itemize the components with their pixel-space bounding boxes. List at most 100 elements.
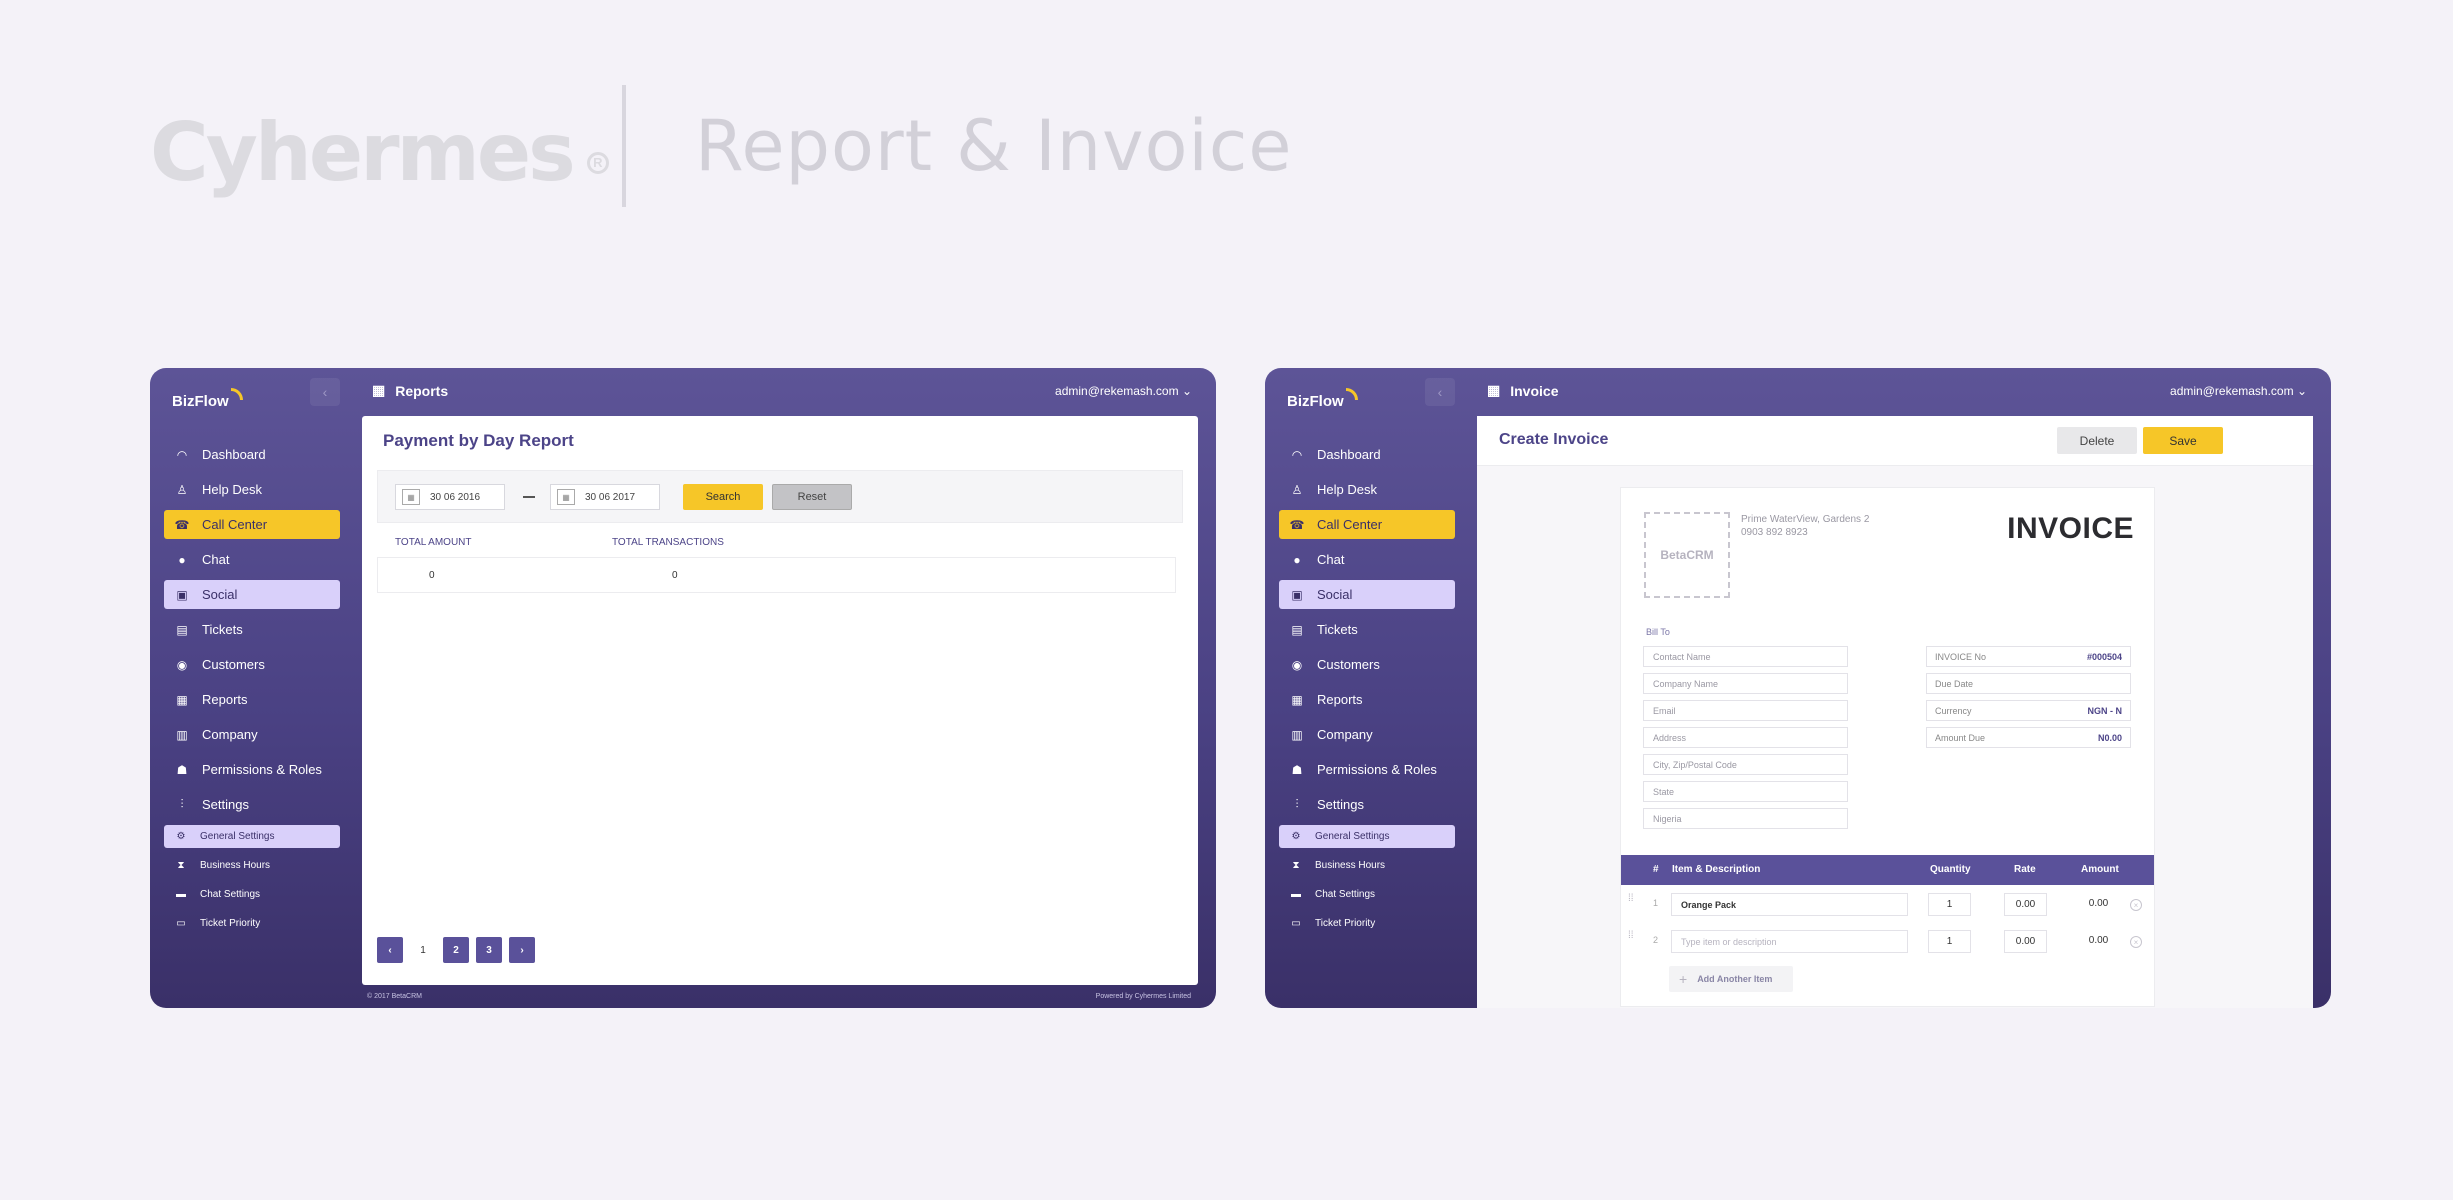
collapse-sidebar-button[interactable]: ‹: [1425, 378, 1455, 406]
sidebar-item-label: Customers: [1317, 657, 1380, 672]
logo-upload-placeholder[interactable]: BetaCRM: [1644, 512, 1730, 598]
page-1[interactable]: 1: [410, 937, 436, 963]
sidebar-subitem-ticket-priority[interactable]: ▭ Ticket Priority: [1279, 912, 1455, 935]
city-zip-field[interactable]: City, Zip/Postal Code: [1643, 754, 1848, 775]
next-page-button[interactable]: ›: [509, 937, 535, 963]
sidebar-item-permissions-roles[interactable]: ☗ Permissions & Roles: [164, 755, 340, 784]
column-header-amount: Amount: [2081, 864, 2119, 875]
plus-icon: +: [1679, 971, 1688, 987]
invoice-number-label: INVOICE No: [1935, 651, 1987, 662]
user-menu[interactable]: admin@rekemash.com ⌄: [1055, 384, 1192, 398]
page-2[interactable]: 2: [443, 937, 469, 963]
date-from-input[interactable]: ▦ 30 06 2016: [395, 484, 505, 510]
quantity-input[interactable]: 1: [1928, 930, 1971, 953]
reset-button[interactable]: Reset: [772, 484, 852, 510]
sidebar-item-settings[interactable]: ⫶ Settings: [1279, 790, 1455, 819]
sidebar-item-call-center[interactable]: ☎ Call Center: [1279, 510, 1455, 539]
country-field[interactable]: Nigeria: [1643, 808, 1848, 829]
app-logo[interactable]: BizFlow: [172, 380, 243, 410]
section-label: Invoice: [1510, 382, 1559, 399]
add-item-button[interactable]: + Add Another Item: [1669, 966, 1793, 992]
company-name-field[interactable]: Company Name: [1643, 673, 1848, 694]
item-description-input[interactable]: Type item or description: [1671, 930, 1908, 953]
sidebar-item-help-desk[interactable]: ♙ Help Desk: [1279, 475, 1455, 504]
due-date-label: Due Date: [1935, 678, 1974, 689]
collapse-sidebar-button[interactable]: ‹: [310, 378, 340, 406]
sidebar-item-label: Permissions & Roles: [202, 762, 322, 777]
reports-icon: ▦: [372, 382, 386, 398]
email-field[interactable]: Email: [1643, 700, 1848, 721]
sidebar-item-dashboard[interactable]: ◠ Dashboard: [1279, 440, 1455, 469]
invoice-number-field[interactable]: INVOICE No #000504: [1926, 646, 2131, 667]
person-icon: ♙: [176, 482, 188, 497]
sidebar-item-label: Help Desk: [1317, 482, 1377, 497]
sidebar-item-social[interactable]: ▣ Social: [164, 580, 340, 609]
sidebar-item-chat[interactable]: ● Chat: [1279, 545, 1455, 574]
sidebar-item-dashboard[interactable]: ◠ Dashboard: [164, 440, 340, 469]
topbar: ▦ Reports admin@rekemash.com ⌄: [360, 368, 1216, 416]
due-date-field[interactable]: Due Date: [1926, 673, 2131, 694]
search-button[interactable]: Search: [683, 484, 763, 510]
sidebar-item-social[interactable]: ▣ Social: [1279, 580, 1455, 609]
item-description-input[interactable]: Orange Pack: [1671, 893, 1908, 916]
sliders-icon: ⫶: [1295, 797, 1299, 811]
sidebar-subitem-chat-settings[interactable]: ▬ Chat Settings: [164, 883, 340, 906]
sidebar-item-reports[interactable]: ▦ Reports: [1279, 685, 1455, 714]
date-from-value: 30 06 2016: [430, 491, 481, 503]
sidebar-item-customers[interactable]: ◉ Customers: [1279, 650, 1455, 679]
currency-value: NGN - N: [2087, 705, 2123, 716]
ticket-priority-icon: ▭: [1291, 918, 1301, 929]
remove-row-icon[interactable]: ×: [2130, 899, 2142, 911]
sidebar-item-tickets[interactable]: ▤ Tickets: [164, 615, 340, 644]
sidebar-item-label: Company: [1317, 727, 1373, 742]
delete-button[interactable]: Delete: [2057, 427, 2137, 454]
sidebar-subitem-label: Business Hours: [1315, 860, 1386, 871]
gauge-icon: ◠: [1291, 447, 1303, 462]
footer-powered-by: Powered by Cyhermes Limited: [1095, 993, 1191, 1000]
sidebar-item-chat[interactable]: ● Chat: [164, 545, 340, 574]
drag-handle-icon[interactable]: ⁞⁞: [1628, 894, 1637, 911]
sidebar-item-company[interactable]: ▥ Company: [164, 720, 340, 749]
contact-name-field[interactable]: Contact Name: [1643, 646, 1848, 667]
sidebar-item-permissions-roles[interactable]: ☗ Permissions & Roles: [1279, 755, 1455, 784]
save-button[interactable]: Save: [2143, 427, 2223, 454]
amount-due-label: Amount Due: [1935, 732, 1986, 743]
page-3[interactable]: 3: [476, 937, 502, 963]
date-to-value: 30 06 2017: [585, 491, 636, 503]
ticket-icon: ▤: [176, 622, 188, 637]
chevron-right-icon: ›: [520, 944, 524, 956]
user-menu[interactable]: admin@rekemash.com ⌄: [2170, 384, 2307, 398]
registered-mark-icon: R: [586, 151, 609, 174]
sidebar-item-help-desk[interactable]: ♙ Help Desk: [164, 475, 340, 504]
filter-bar: ▦ 30 06 2016 ▦ 30 06 2017 Search Reset: [377, 470, 1183, 523]
drag-handle-icon[interactable]: ⁞⁞: [1628, 931, 1637, 948]
sidebar-item-label: Chat: [202, 552, 230, 567]
quantity-input[interactable]: 1: [1928, 893, 1971, 916]
sidebar-item-customers[interactable]: ◉ Customers: [164, 650, 340, 679]
rate-input[interactable]: 0.00: [2004, 930, 2047, 953]
date-to-input[interactable]: ▦ 30 06 2017: [550, 484, 660, 510]
sidebar-item-reports[interactable]: ▦ Reports: [164, 685, 340, 714]
rate-input[interactable]: 0.00: [2004, 893, 2047, 916]
gear-icon: ⚙: [176, 831, 186, 842]
company-address: Prime WaterView, Gardens 2 0903 892 8923: [1741, 513, 1869, 539]
sidebar-subitem-general-settings[interactable]: ⚙ General Settings: [164, 825, 340, 848]
sidebar-subitem-business-hours[interactable]: ⧗ Business Hours: [164, 854, 340, 877]
app-logo-text: BizFlow: [172, 393, 229, 410]
app-logo[interactable]: BizFlow: [1287, 380, 1358, 410]
sidebar-subitem-general-settings[interactable]: ⚙ General Settings: [1279, 825, 1455, 848]
currency-field[interactable]: Currency NGN - N: [1926, 700, 2131, 721]
ticket-priority-icon: ▭: [176, 918, 186, 929]
address-field[interactable]: Address: [1643, 727, 1848, 748]
sidebar-subitem-business-hours[interactable]: ⧗ Business Hours: [1279, 854, 1455, 877]
sidebar-subitem-ticket-priority[interactable]: ▭ Ticket Priority: [164, 912, 340, 935]
state-field[interactable]: State: [1643, 781, 1848, 802]
sidebar-subitem-chat-settings[interactable]: ▬ Chat Settings: [1279, 883, 1455, 906]
remove-row-icon[interactable]: ×: [2130, 936, 2142, 948]
sidebar-item-settings[interactable]: ⫶ Settings: [164, 790, 340, 819]
sidebar-item-call-center[interactable]: ☎ Call Center: [164, 510, 340, 539]
sidebar-item-company[interactable]: ▥ Company: [1279, 720, 1455, 749]
prev-page-button[interactable]: ‹: [377, 937, 403, 963]
hourglass-icon: ⧗: [177, 860, 185, 871]
sidebar-item-tickets[interactable]: ▤ Tickets: [1279, 615, 1455, 644]
